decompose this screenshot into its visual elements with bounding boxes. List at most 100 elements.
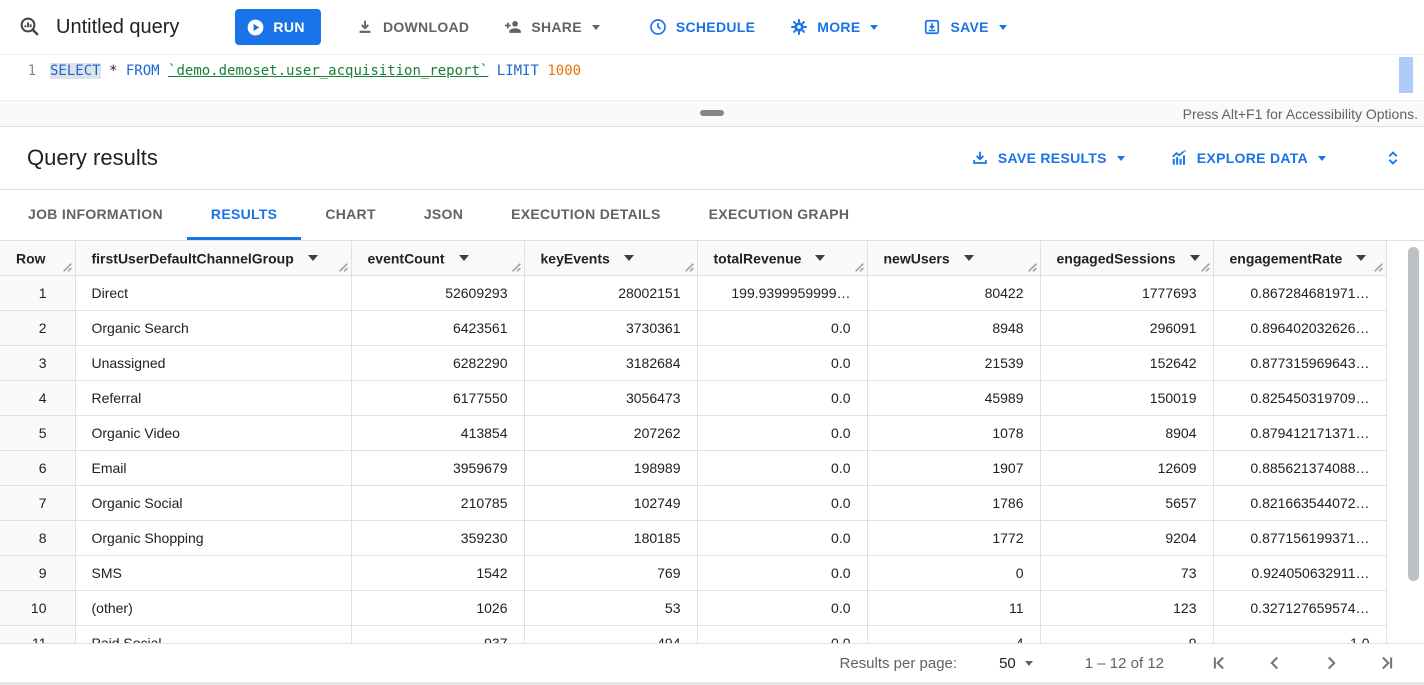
cell-engagedSessions: 1777693 — [1040, 275, 1213, 310]
cell-engagementRate: 0.825450319709… — [1213, 380, 1386, 415]
table-row: 3Unassigned628229031826840.0215391526420… — [0, 345, 1386, 380]
column-resize-handle-icon[interactable] — [511, 262, 522, 273]
cell-eventCount: 1542 — [351, 555, 524, 590]
table-row: 5Organic Video4138542072620.0107889040.8… — [0, 415, 1386, 450]
column-resize-handle-icon[interactable] — [62, 262, 73, 273]
cell-newUsers: 0 — [867, 555, 1040, 590]
cell-newUsers: 80422 — [867, 275, 1040, 310]
query-icon — [18, 15, 42, 39]
row-number-cell: 2 — [0, 310, 75, 345]
tab-execution-graph[interactable]: EXECUTION GRAPH — [685, 190, 874, 240]
table-row: 7Organic Social2107851027490.0178656570.… — [0, 485, 1386, 520]
tab-json[interactable]: JSON — [400, 190, 487, 240]
tab-execution-details[interactable]: EXECUTION DETAILS — [487, 190, 685, 240]
cell-totalRevenue: 0.0 — [697, 555, 867, 590]
table-row: 10(other)1026530.0111230.327127659574… — [0, 590, 1386, 625]
explore-data-button[interactable]: EXPLORE DATA — [1169, 148, 1326, 168]
download-icon — [355, 17, 375, 37]
chevron-left-icon — [1264, 652, 1286, 674]
cell-eventCount: 6423561 — [351, 310, 524, 345]
cell-newUsers: 11 — [867, 590, 1040, 625]
page-range-label: 1 – 12 of 12 — [1085, 655, 1164, 672]
sql-star: * — [101, 63, 126, 79]
save-button[interactable]: SAVE — [922, 17, 1006, 37]
results-title: Query results — [27, 145, 970, 171]
row-number-cell: 5 — [0, 415, 75, 450]
unfold-icon — [1382, 147, 1404, 169]
cell-engagementRate: 0.877315969643… — [1213, 345, 1386, 380]
sort-menu-caret-icon[interactable] — [964, 255, 974, 261]
row-number-cell: 3 — [0, 345, 75, 380]
sort-menu-caret-icon[interactable] — [624, 255, 634, 261]
cell-totalRevenue: 0.0 — [697, 485, 867, 520]
chevron-down-icon — [1117, 156, 1125, 161]
column-resize-handle-icon[interactable] — [338, 262, 349, 273]
first-page-button[interactable] — [1208, 652, 1230, 674]
table-header-row: RowfirstUserDefaultChannelGroupeventCoun… — [0, 241, 1386, 275]
download-button[interactable]: DOWNLOAD — [355, 17, 469, 37]
query-title[interactable]: Untitled query — [56, 16, 179, 39]
previous-page-button[interactable] — [1264, 652, 1286, 674]
sort-menu-caret-icon[interactable] — [308, 255, 318, 261]
run-button[interactable]: RUN — [235, 9, 321, 45]
sql-keyword-from: FROM — [126, 63, 160, 79]
sort-menu-caret-icon[interactable] — [459, 255, 469, 261]
column-header-row: Row — [0, 241, 75, 275]
column-header-keyEvents[interactable]: keyEvents — [524, 241, 697, 275]
column-resize-handle-icon[interactable] — [1027, 262, 1038, 273]
sort-menu-caret-icon[interactable] — [815, 255, 825, 261]
cell-keyEvents: 198989 — [524, 450, 697, 485]
explore-data-label: EXPLORE DATA — [1197, 150, 1308, 166]
table-scrollbar-thumb[interactable] — [1408, 247, 1419, 581]
cell-keyEvents: 494 — [524, 625, 697, 643]
column-header-engagedSessions[interactable]: engagedSessions — [1040, 241, 1213, 275]
cell-eventCount: 6282290 — [351, 345, 524, 380]
row-number-cell: 6 — [0, 450, 75, 485]
row-number-cell: 4 — [0, 380, 75, 415]
last-page-button[interactable] — [1376, 652, 1398, 674]
column-label: engagedSessions — [1057, 250, 1176, 266]
cell-eventCount: 937 — [351, 625, 524, 643]
cell-newUsers: 8948 — [867, 310, 1040, 345]
cell-newUsers: 1078 — [867, 415, 1040, 450]
sort-menu-caret-icon[interactable] — [1356, 255, 1366, 261]
tab-chart[interactable]: CHART — [301, 190, 400, 240]
schedule-button[interactable]: SCHEDULE — [648, 17, 755, 37]
column-header-firstUserDefaultChannelGroup[interactable]: firstUserDefaultChannelGroup — [75, 241, 351, 275]
page-size-select[interactable]: 50 — [999, 655, 1033, 672]
chevron-down-icon — [1025, 661, 1033, 666]
more-button[interactable]: MORE — [789, 17, 878, 37]
column-header-newUsers[interactable]: newUsers — [867, 241, 1040, 275]
column-header-totalRevenue[interactable]: totalRevenue — [697, 241, 867, 275]
sort-menu-caret-icon[interactable] — [1190, 255, 1200, 261]
sql-table-reference[interactable]: `demo.demoset.user_acquisition_report` — [168, 63, 488, 79]
share-button[interactable]: SHARE — [503, 17, 600, 37]
column-resize-handle-icon[interactable] — [684, 262, 695, 273]
tab-results[interactable]: RESULTS — [187, 190, 301, 240]
tab-job-information[interactable]: JOB INFORMATION — [4, 190, 187, 240]
share-label: SHARE — [531, 19, 582, 35]
column-resize-handle-icon[interactable] — [854, 262, 865, 273]
column-resize-handle-icon[interactable] — [1200, 262, 1211, 273]
table-scrollbar[interactable] — [1408, 247, 1419, 643]
expand-collapse-button[interactable] — [1382, 147, 1404, 169]
cell-totalRevenue: 0.0 — [697, 380, 867, 415]
results-tabs: JOB INFORMATIONRESULTSCHARTJSONEXECUTION… — [0, 190, 1424, 241]
chevron-right-icon — [1320, 652, 1342, 674]
column-resize-handle-icon[interactable] — [1373, 262, 1384, 273]
save-results-button[interactable]: SAVE RESULTS — [970, 148, 1125, 168]
next-page-button[interactable] — [1320, 652, 1342, 674]
column-header-engagementRate[interactable]: engagementRate — [1213, 241, 1386, 275]
editor-scrollbar-thumb[interactable] — [1399, 57, 1413, 93]
column-label: engagementRate — [1230, 250, 1343, 266]
sql-code-line[interactable]: SELECT * FROM `demo.demoset.user_acquisi… — [50, 55, 581, 100]
results-table: RowfirstUserDefaultChannelGroupeventCoun… — [0, 241, 1387, 643]
column-header-eventCount[interactable]: eventCount — [351, 241, 524, 275]
sql-editor[interactable]: 1 SELECT * FROM `demo.demoset.user_acqui… — [0, 55, 1424, 100]
cell-keyEvents: 769 — [524, 555, 697, 590]
splitter-drag-handle[interactable] — [700, 110, 724, 116]
cell-eventCount: 413854 — [351, 415, 524, 450]
sql-limit-value: 1000 — [547, 63, 581, 79]
cell-newUsers: 45989 — [867, 380, 1040, 415]
cell-engagementRate: 0.924050632911… — [1213, 555, 1386, 590]
